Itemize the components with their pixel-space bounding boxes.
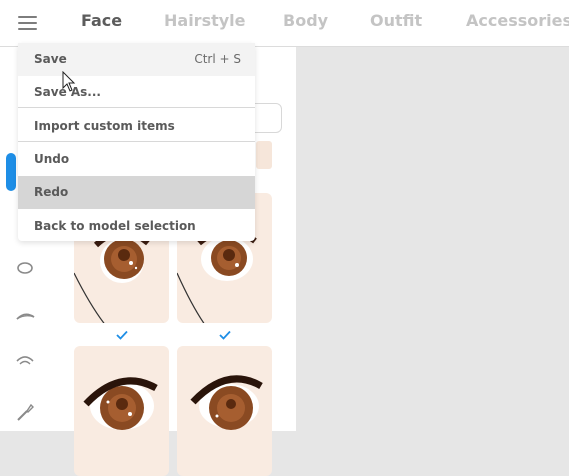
menu-item-label: Import custom items xyxy=(34,119,175,133)
selected-check-icon xyxy=(116,330,128,340)
mouse-cursor-icon xyxy=(62,71,76,92)
preview-canvas[interactable] xyxy=(296,47,569,431)
eye-illustration xyxy=(83,377,158,430)
tab-face[interactable]: Face xyxy=(81,11,122,30)
eye-thumb-3[interactable] xyxy=(74,346,169,476)
tab-accessories[interactable]: Accessories xyxy=(466,11,569,30)
eyebrow-icon[interactable] xyxy=(14,305,36,327)
hamburger-menu-icon[interactable] xyxy=(18,15,38,31)
top-tab-bar: Face Hairstyle Body Outfit Accessories xyxy=(0,0,569,47)
tab-hairstyle[interactable]: Hairstyle xyxy=(164,11,246,30)
brush-icon[interactable] xyxy=(14,401,36,423)
menu-divider xyxy=(18,107,255,108)
tab-outfit[interactable]: Outfit xyxy=(370,11,422,30)
menu-divider xyxy=(18,141,255,142)
eye-thumb-4[interactable] xyxy=(177,346,272,476)
menu-item-label: Redo xyxy=(34,185,69,199)
ear-icon[interactable] xyxy=(14,351,36,373)
menu-item-label: Undo xyxy=(34,152,70,166)
menu-item-label: Back to model selection xyxy=(34,219,196,233)
eye-illustration xyxy=(190,375,263,430)
color-swatch[interactable] xyxy=(256,141,272,169)
menu-item-redo[interactable]: Redo xyxy=(18,176,255,209)
menu-item-label: Save xyxy=(34,52,67,66)
file-menu: Save Ctrl + S Save As... Import custom i… xyxy=(18,43,255,241)
menu-item-save[interactable]: Save Ctrl + S xyxy=(18,43,255,76)
menu-item-save-as[interactable]: Save As... xyxy=(18,76,255,109)
tab-body[interactable]: Body xyxy=(283,11,328,30)
menu-item-back-to-model-selection[interactable]: Back to model selection xyxy=(18,210,255,243)
eye-outline-icon[interactable] xyxy=(14,257,36,279)
menu-item-undo[interactable]: Undo xyxy=(18,143,255,176)
menu-item-import-custom-items[interactable]: Import custom items xyxy=(18,110,255,143)
selected-check-icon xyxy=(219,330,231,340)
selected-rail-indicator xyxy=(6,153,16,191)
menu-item-shortcut: Ctrl + S xyxy=(194,52,241,66)
